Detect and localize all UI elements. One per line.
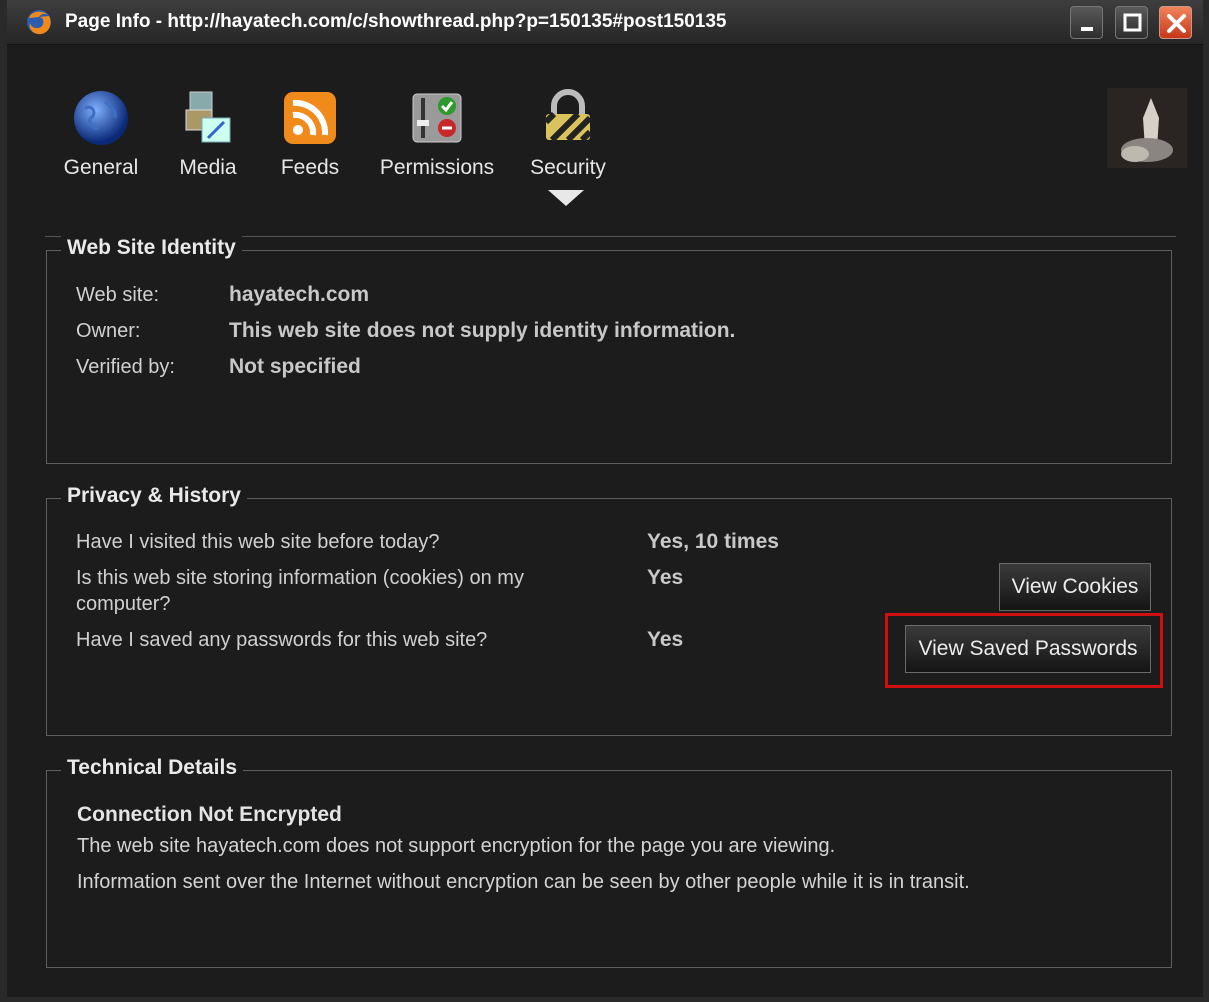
page-info-window: Page Info - http://hayatech.com/c/showth… [0, 0, 1209, 1002]
website-value: hayatech.com [229, 283, 370, 306]
padlock-icon [543, 89, 593, 143]
maximize-button[interactable] [1115, 6, 1148, 39]
visited-answer: Yes, 10 times [647, 530, 779, 553]
technical-legend: Technical Details [61, 756, 244, 780]
passwords-question: Have I saved any passwords for this web … [76, 629, 488, 651]
tab-toolbar: General Media Feeds Permissions Security [7, 44, 1203, 237]
privacy-legend: Privacy & History [61, 484, 247, 508]
tab-permissions-label: Permissions [379, 156, 495, 179]
technical-group: Technical Details Connection Not Encrypt… [46, 756, 1172, 968]
tab-permissions[interactable]: Permissions [375, 44, 499, 194]
minimize-icon [1081, 27, 1093, 31]
identity-group: Web Site Identity Web site: hayatech.com… [46, 236, 1172, 464]
permissions-icon [412, 93, 462, 143]
tab-general[interactable]: General [55, 44, 147, 194]
view-cookies-button[interactable]: View Cookies [999, 563, 1151, 611]
privacy-group: Privacy & History Have I visited this we… [46, 484, 1172, 736]
globe-icon [74, 91, 128, 145]
verified-label: Verified by: [76, 356, 175, 378]
tab-media-label: Media [179, 156, 237, 179]
cookies-answer: Yes [647, 566, 684, 589]
window-title: Page Info - http://hayatech.com/c/showth… [65, 11, 727, 32]
media-icon [185, 91, 231, 143]
verified-value: Not specified [229, 355, 361, 378]
cookies-question-line1: Is this web site storing information (co… [76, 567, 524, 589]
connection-heading: Connection Not Encrypted [77, 803, 342, 826]
view-saved-passwords-button[interactable]: View Saved Passwords [905, 625, 1151, 673]
close-icon [1167, 14, 1186, 33]
avatar [1107, 88, 1187, 168]
tab-media[interactable]: Media [167, 44, 249, 194]
rss-icon [284, 92, 336, 144]
encryption-line2: Information sent over the Internet witho… [77, 871, 970, 893]
encryption-line1: The web site hayatech.com does not suppo… [77, 835, 836, 857]
website-label: Web site: [76, 284, 159, 306]
identity-legend: Web Site Identity [61, 236, 242, 260]
tab-general-label: General [63, 156, 139, 179]
tab-security-label: Security [530, 156, 606, 179]
visited-question: Have I visited this web site before toda… [76, 531, 440, 553]
tab-feeds-label: Feeds [280, 156, 340, 179]
owner-value: This web site does not supply identity i… [229, 319, 736, 342]
cookies-question-line2: computer? [76, 593, 171, 615]
maximize-icon [1123, 13, 1142, 32]
tab-security[interactable]: Security [521, 44, 615, 194]
tab-feeds[interactable]: Feeds [269, 44, 351, 194]
firefox-icon [27, 10, 51, 35]
close-button[interactable] [1159, 6, 1192, 39]
owner-label: Owner: [76, 320, 141, 342]
passwords-answer: Yes [647, 628, 684, 651]
title-bar[interactable]: Page Info - http://hayatech.com/c/showth… [7, 0, 1203, 45]
minimize-button[interactable] [1070, 6, 1103, 39]
selected-tab-indicator [548, 190, 584, 206]
